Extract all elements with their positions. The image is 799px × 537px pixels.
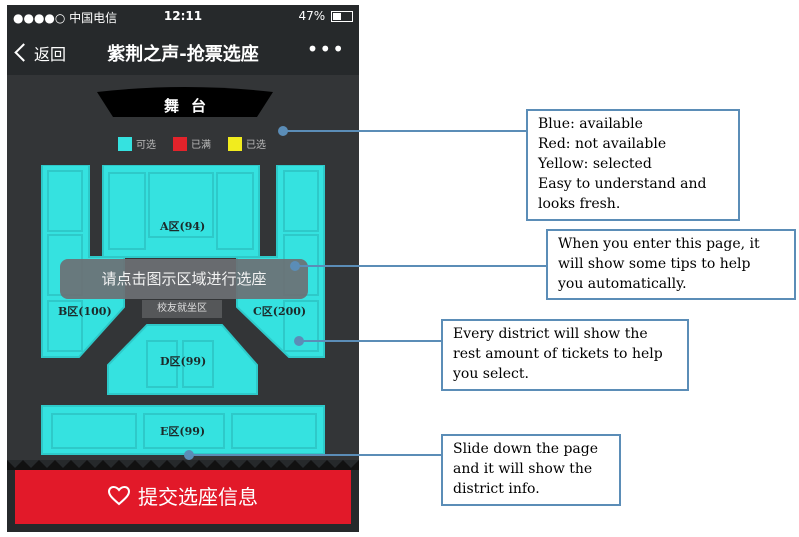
annotation-tip-line: you automatically. — [558, 276, 687, 292]
annotation-legend-line: Yellow: selected — [538, 156, 652, 172]
leader-dot-tip — [290, 261, 300, 271]
annotation-slide: Slide down the page and it will show the… — [441, 434, 621, 506]
annotation-legend: Blue: available Red: not available Yello… — [526, 109, 740, 221]
annotation-slide-line: district info. — [453, 481, 540, 497]
annotation-tip: When you enter this page, it will show s… — [546, 229, 796, 300]
annotation-tip-line: will show some tips to help — [558, 256, 751, 272]
annotation-district: Every district will show the rest amount… — [441, 319, 689, 391]
annotation-district-line: you select. — [453, 366, 529, 382]
annotation-legend-line: looks fresh. — [538, 196, 621, 212]
annotation-slide-line: and it will show the — [453, 461, 593, 477]
annotation-district-line: Every district will show the — [453, 326, 648, 342]
annotation-legend-line: Easy to understand and — [538, 176, 707, 192]
leader-dot-legend — [278, 126, 288, 136]
annotation-tip-line: When you enter this page, it — [558, 236, 760, 252]
annotation-district-line: rest amount of tickets to help — [453, 346, 663, 362]
annotation-slide-line: Slide down the page — [453, 441, 599, 457]
annotation-legend-line: Blue: available — [538, 116, 643, 132]
leader-dot-slide — [184, 450, 194, 460]
annotation-legend-line: Red: not available — [538, 136, 667, 152]
leader-dot-district — [294, 336, 304, 346]
